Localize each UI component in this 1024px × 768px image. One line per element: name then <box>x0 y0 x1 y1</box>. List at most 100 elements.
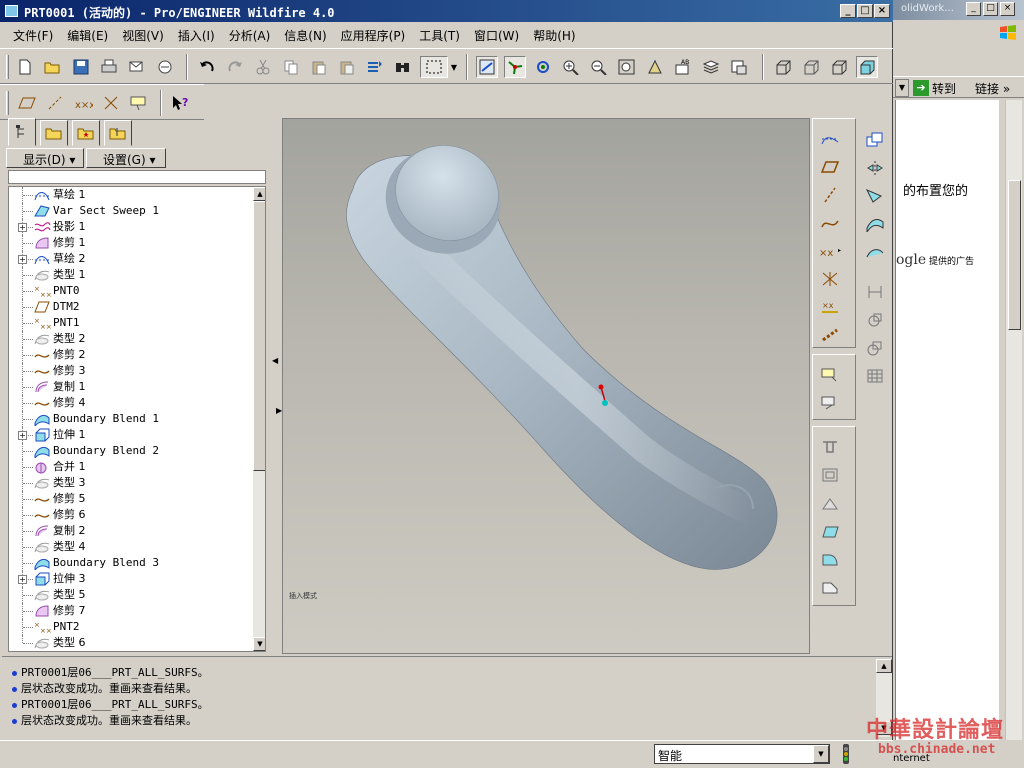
view-manager-icon[interactable] <box>728 56 750 78</box>
collapse-left-icon[interactable]: ◀ <box>272 356 278 365</box>
open-file-icon[interactable] <box>42 56 64 78</box>
tree-item[interactable]: × ×× PNT2 <box>9 619 249 635</box>
print-icon[interactable] <box>98 56 120 78</box>
tree-item[interactable]: + 投影 1 <box>9 219 249 235</box>
trim-tool-icon[interactable] <box>862 280 888 304</box>
shading-icon[interactable] <box>856 56 878 78</box>
browser-scroll-thumb[interactable] <box>1008 180 1021 330</box>
message-scroll-up[interactable]: ▲ <box>876 659 892 673</box>
hidden-line-icon[interactable] <box>800 56 822 78</box>
analysis-feature-icon[interactable]: ×x <box>817 295 843 319</box>
select-dropdown-icon[interactable]: ▼ <box>448 56 460 78</box>
maximize-button[interactable]: □ <box>857 4 873 18</box>
rib-tool-icon[interactable] <box>817 491 843 515</box>
bg-maximize-button[interactable]: □ <box>983 2 998 16</box>
boundary-blend-tool-icon[interactable] <box>862 212 888 236</box>
minimize-button[interactable]: _ <box>840 4 856 18</box>
tree-item[interactable]: 类型 1 <box>9 267 249 283</box>
orient-mode-icon[interactable] <box>532 56 554 78</box>
datum-plane-tool-icon[interactable] <box>817 155 843 179</box>
address-dropdown-button[interactable]: ▼ <box>895 79 909 97</box>
tree-vertical-scrollbar[interactable]: ▲ ▼ <box>253 187 265 651</box>
settings-dropdown[interactable]: 设置(G) ▾ <box>86 148 166 168</box>
save-icon[interactable] <box>70 56 92 78</box>
tree-scroll-thumb[interactable] <box>253 201 265 471</box>
chevron-down-icon[interactable]: ▼ <box>813 745 829 763</box>
round-tool-icon[interactable] <box>817 547 843 571</box>
hole-tool-icon[interactable] <box>817 435 843 459</box>
menu-help[interactable]: 帮助(H) <box>526 27 582 44</box>
datum-point-display-icon[interactable]: x×x <box>72 92 94 114</box>
connections-tab-icon[interactable] <box>104 120 132 146</box>
model-tree-tab-icon[interactable] <box>8 118 36 146</box>
annotation-display-icon[interactable] <box>128 92 150 114</box>
scroll-down-button[interactable]: ▼ <box>253 637 265 651</box>
shell-tool-icon[interactable] <box>817 463 843 487</box>
tree-item[interactable]: 类型 2 <box>9 331 249 347</box>
spin-center-icon[interactable] <box>504 56 526 78</box>
tree-item[interactable]: Boundary Blend 3 <box>9 555 249 572</box>
chain-tool-icon[interactable] <box>817 323 843 347</box>
tree-item[interactable]: 类型 4 <box>9 539 249 555</box>
paste-icon[interactable] <box>308 56 330 78</box>
tree-item[interactable]: 类型 5 <box>9 587 249 603</box>
bg-minimize-button[interactable]: _ <box>966 2 981 16</box>
merge-tool-icon[interactable] <box>862 240 888 264</box>
move-tool-icon[interactable] <box>862 184 888 208</box>
menu-edit[interactable]: 编辑(E) <box>60 27 115 44</box>
menu-view[interactable]: 视图(V) <box>115 27 171 44</box>
tree-item[interactable]: Boundary Blend 2 <box>9 443 249 460</box>
pattern-tool-icon[interactable] <box>862 364 888 388</box>
layers-icon[interactable] <box>700 56 722 78</box>
copy-icon[interactable] <box>280 56 302 78</box>
bg-close-button[interactable]: × <box>1000 2 1015 16</box>
regenerate-icon[interactable] <box>364 56 386 78</box>
menu-tools[interactable]: 工具(T) <box>412 27 467 44</box>
expand-toggle-icon[interactable]: + <box>18 575 27 584</box>
tree-item[interactable]: 修剪 4 <box>9 395 249 411</box>
selection-filter-select[interactable]: 智能 ▼ <box>654 744 830 764</box>
annotation-tool-icon[interactable] <box>817 363 843 387</box>
chamfer-tool-icon[interactable] <box>817 575 843 599</box>
menu-file[interactable]: 文件(F) <box>6 27 60 44</box>
wireframe-icon[interactable] <box>772 56 794 78</box>
tree-item[interactable]: 修剪 7 <box>9 603 249 619</box>
scroll-up-button[interactable]: ▲ <box>253 187 265 201</box>
expand-toggle-icon[interactable]: + <box>18 223 27 232</box>
menu-insert[interactable]: 插入(I) <box>171 27 222 44</box>
undo-icon[interactable] <box>196 56 218 78</box>
thicken-tool-icon[interactable] <box>862 336 888 360</box>
tree-item[interactable]: × ×× PNT0 <box>9 283 249 299</box>
offset-tool-icon[interactable] <box>862 308 888 332</box>
datum-axis-display-icon[interactable] <box>44 92 66 114</box>
tree-item[interactable]: 修剪 6 <box>9 507 249 523</box>
tree-item[interactable]: DTM2 <box>9 299 249 315</box>
draft-tool-icon[interactable] <box>817 519 843 543</box>
saved-views-icon[interactable]: AB <box>672 56 694 78</box>
find-icon[interactable] <box>392 56 414 78</box>
close-button[interactable]: × <box>874 4 890 18</box>
browser-vertical-scrollbar[interactable] <box>1005 100 1022 740</box>
show-dropdown[interactable]: 显示(D) ▾ <box>6 148 84 168</box>
tree-item[interactable]: 复制 1 <box>9 379 249 395</box>
datum-plane-display-icon[interactable] <box>16 92 38 114</box>
csys-display-icon[interactable] <box>100 92 122 114</box>
tree-item[interactable]: 复制 2 <box>9 523 249 539</box>
datum-display-icon[interactable] <box>476 56 498 78</box>
send-mail-icon[interactable] <box>126 56 148 78</box>
expand-toggle-icon[interactable]: + <box>18 431 27 440</box>
select-box-icon[interactable] <box>420 56 448 78</box>
expand-toggle-icon[interactable]: + <box>18 255 27 264</box>
refit-icon[interactable] <box>616 56 638 78</box>
datum-point-tool-icon[interactable]: ×x ▸ <box>817 239 843 263</box>
panel-splitter[interactable]: ◀ ▶ <box>270 118 282 654</box>
csys-tool-icon[interactable] <box>817 267 843 291</box>
menu-info[interactable]: 信息(N) <box>277 27 333 44</box>
folder-browser-tab-icon[interactable] <box>40 120 68 146</box>
paste-special-icon[interactable] <box>336 56 358 78</box>
tree-item[interactable]: × ×× PNT1 <box>9 315 249 331</box>
menu-applications[interactable]: 应用程序(P) <box>334 27 413 44</box>
tree-item[interactable]: 草绘 1 <box>9 187 249 203</box>
reorient-icon[interactable] <box>644 56 666 78</box>
mirror-tool-icon[interactable] <box>862 156 888 180</box>
